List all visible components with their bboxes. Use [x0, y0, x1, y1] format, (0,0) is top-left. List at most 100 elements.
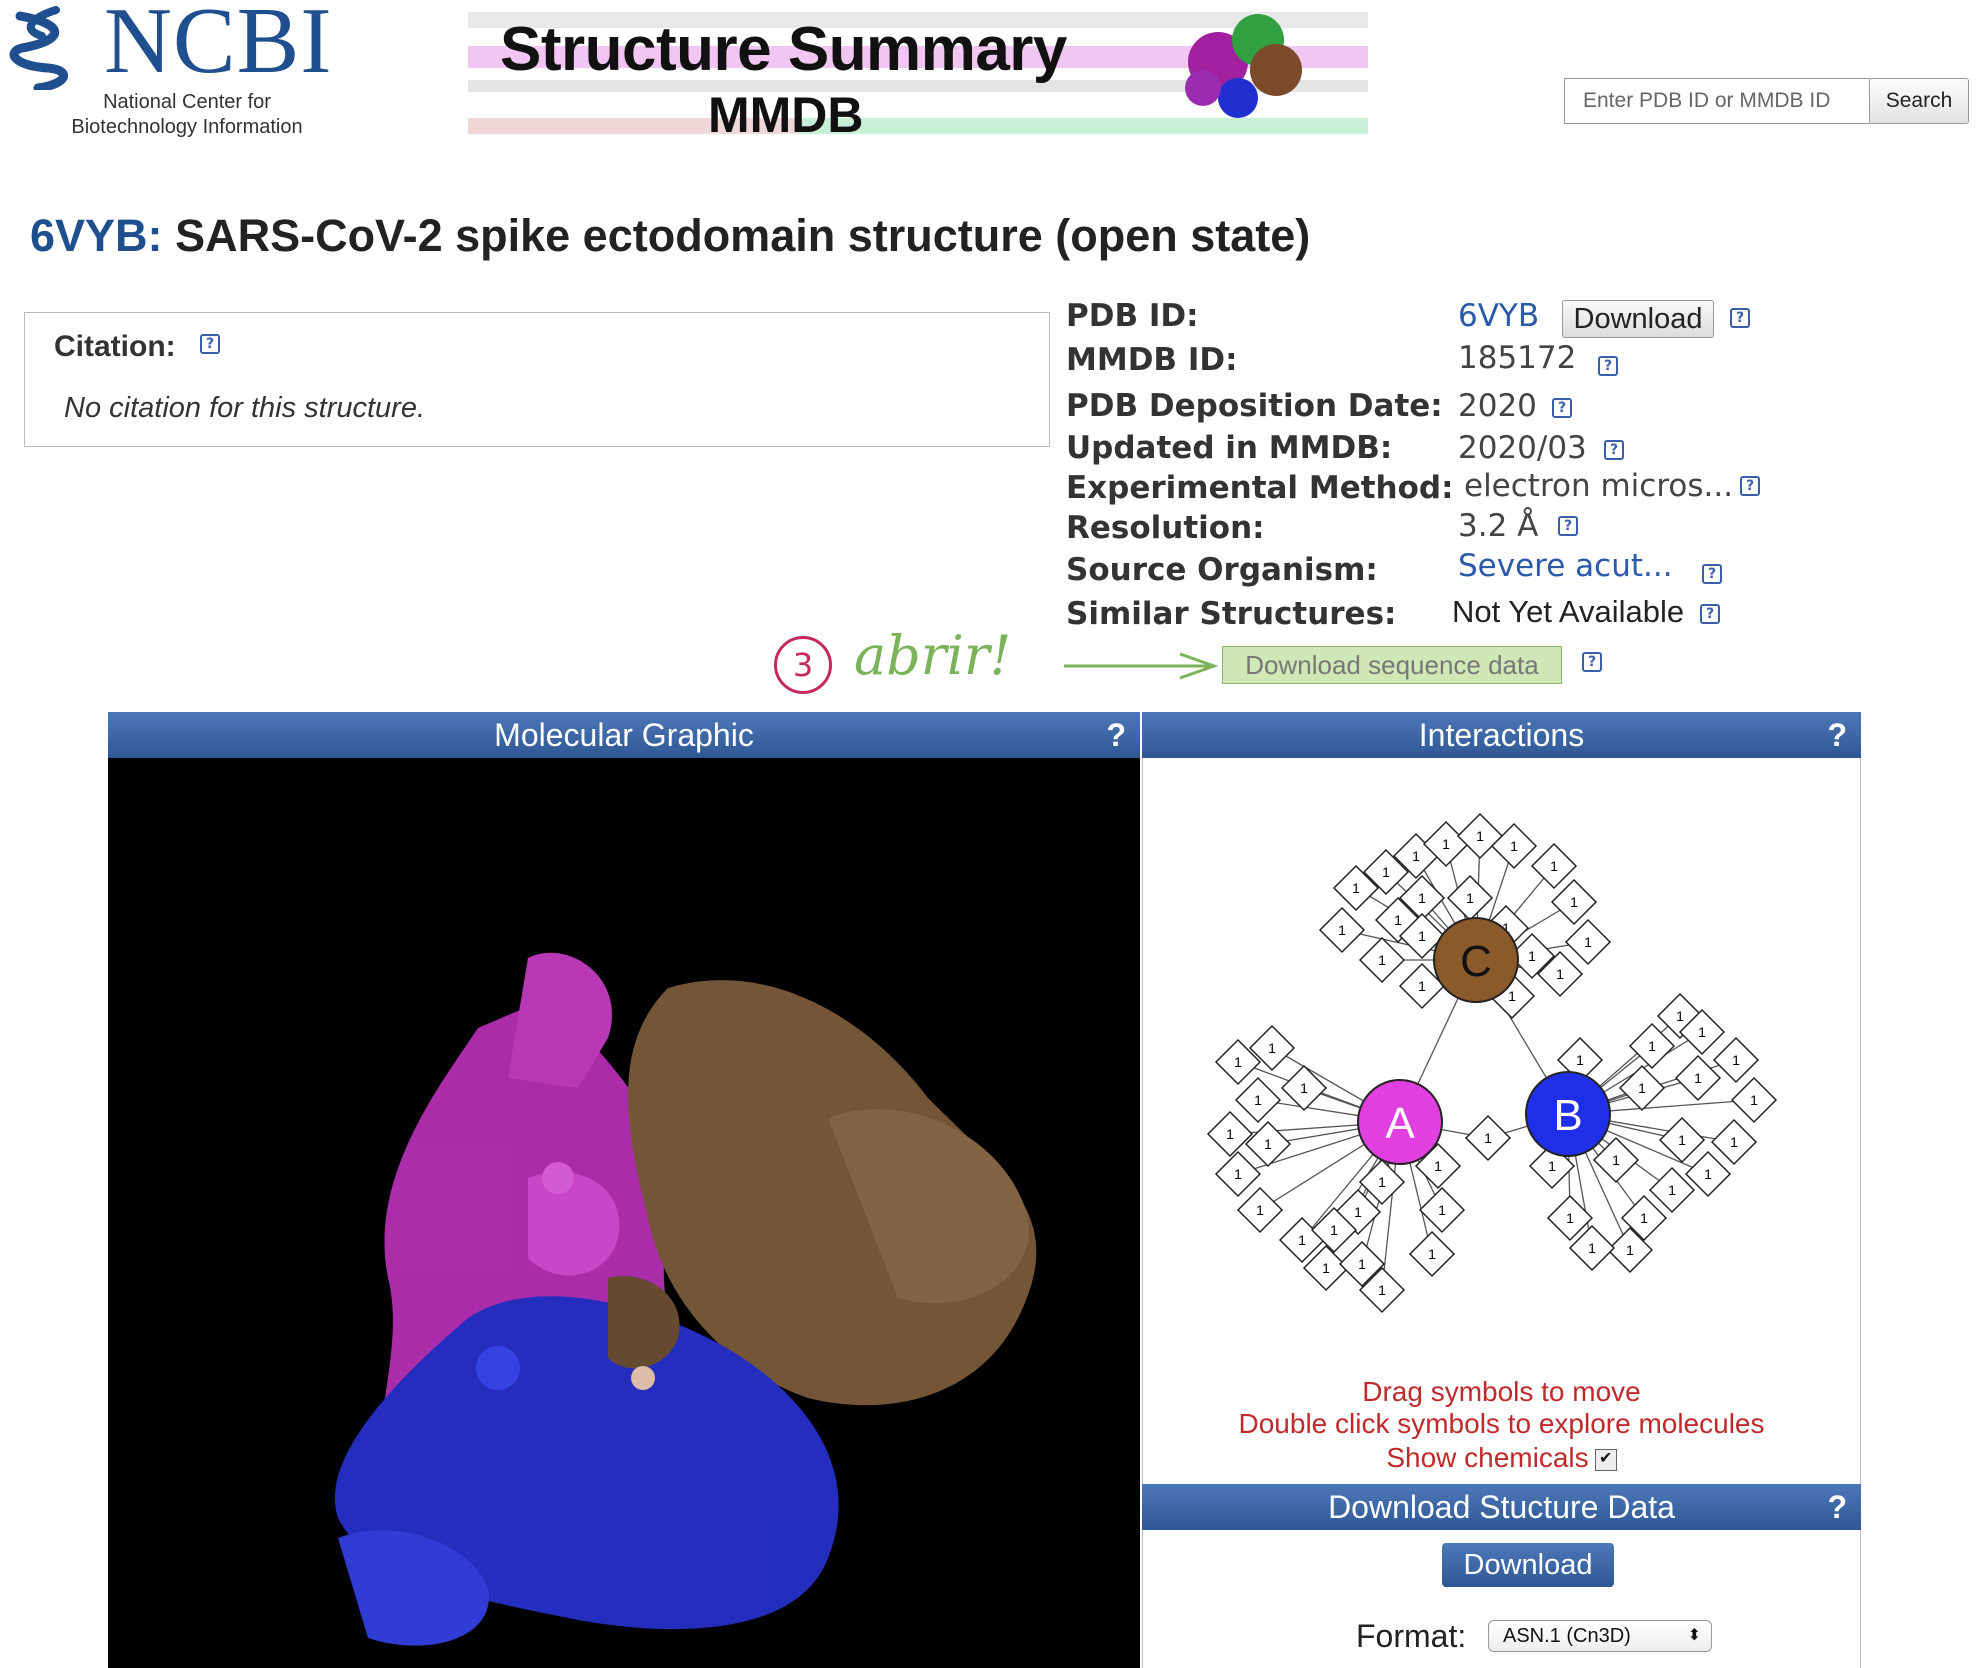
ligand-node-label: 1 — [1570, 894, 1578, 910]
ligand-node-label: 1 — [1322, 1260, 1330, 1276]
source-organism-label: Source Organism: — [1066, 552, 1378, 588]
experimental-method-value: electron micros... — [1464, 468, 1734, 504]
format-label: Format: — [1356, 1618, 1467, 1654]
molecular-graphic-help-icon[interactable]: ? — [1106, 712, 1126, 758]
banner-title: Structure Summary — [500, 15, 1067, 84]
experimental-method-help-icon[interactable]: ? — [1740, 476, 1760, 496]
download-structure-help-icon[interactable]: ? — [1827, 1484, 1847, 1530]
sequence-data-help-icon[interactable]: ? — [1582, 652, 1602, 672]
annotation-arrow-icon — [1064, 652, 1219, 680]
chain-node-label: A — [1385, 1099, 1415, 1148]
ligand-node-label: 1 — [1330, 1222, 1338, 1238]
show-chemicals-row: Show chemicals ✔ — [1142, 1442, 1861, 1474]
ligand-node[interactable]: 1 — [1628, 1022, 1676, 1070]
ligand-node[interactable]: 1 — [1730, 1076, 1778, 1124]
annotation-step-number: 3 — [774, 636, 832, 694]
molecular-graphic-title: Molecular Graphic — [494, 717, 754, 753]
chain-node-c[interactable]: C — [1433, 917, 1519, 1003]
ligand-node[interactable]: 1 — [1464, 1114, 1512, 1162]
download-sequence-data-button[interactable]: Download sequence data — [1222, 646, 1562, 684]
ligand-node-label: 1 — [1698, 1024, 1706, 1040]
chain-node-b[interactable]: B — [1525, 1071, 1611, 1157]
pdb-id-link[interactable]: 6VYB — [1458, 298, 1539, 334]
title-pdb-id: 6VYB: — [30, 210, 163, 261]
ligand-node[interactable]: 1 — [1618, 1064, 1666, 1112]
hint-drag: Drag symbols to move — [1362, 1376, 1641, 1407]
ligand-node-label: 1 — [1268, 1040, 1276, 1056]
pdb-download-button[interactable]: Download — [1562, 300, 1714, 338]
ligand-node[interactable]: 1 — [1358, 1158, 1406, 1206]
ligand-node-label: 1 — [1254, 1092, 1262, 1108]
banner-protein-icon — [1185, 14, 1302, 118]
search-input[interactable]: Enter PDB ID or MMDB ID — [1564, 78, 1870, 124]
citation-help-icon[interactable]: ? — [200, 334, 220, 354]
download-structure-button[interactable]: Download — [1442, 1543, 1614, 1587]
resolution-value: 3.2 Å — [1458, 508, 1539, 544]
ligand-node-label: 1 — [1358, 1256, 1366, 1272]
ligand-node-label: 1 — [1234, 1166, 1242, 1182]
ligand-node[interactable]: 1 — [1358, 936, 1406, 984]
chain-node-label: B — [1553, 1091, 1582, 1140]
mmdb-id-help-icon[interactable]: ? — [1598, 356, 1618, 376]
page-title: 6VYB: SARS-CoV-2 spike ectodomain struct… — [30, 210, 1310, 262]
ligand-node[interactable]: 1 — [1418, 1186, 1466, 1234]
ligand-node[interactable]: 1 — [1658, 1116, 1706, 1164]
ligand-node[interactable]: 1 — [1674, 1054, 1722, 1102]
resolution-help-icon[interactable]: ? — [1558, 516, 1578, 536]
ligand-node[interactable]: 1 — [1408, 1230, 1456, 1278]
ncbi-helix-icon[interactable] — [8, 6, 78, 90]
ligand-node-label: 1 — [1418, 978, 1426, 994]
ligand-node[interactable]: 1 — [1206, 1110, 1254, 1158]
interactions-help-icon[interactable]: ? — [1827, 712, 1847, 758]
mmdb-id-label: MMDB ID: — [1066, 342, 1238, 378]
format-select[interactable]: ASN.1 (Cn3D) ⬍ — [1488, 1620, 1712, 1652]
ligand-node-label: 1 — [1418, 890, 1426, 906]
similar-structures-label: Similar Structures: — [1066, 596, 1397, 632]
ligand-node[interactable]: 1 — [1446, 874, 1494, 922]
ligand-node[interactable]: 1 — [1318, 906, 1366, 954]
ligand-node-label: 1 — [1412, 848, 1420, 864]
ligand-node[interactable]: 1 — [1710, 1118, 1758, 1166]
updated-label: Updated in MMDB: — [1066, 430, 1393, 466]
download-structure-title: Download Stucture Data — [1328, 1489, 1675, 1525]
chain-node-a[interactable]: A — [1357, 1079, 1443, 1165]
source-organism-help-icon[interactable]: ? — [1702, 564, 1722, 584]
ligand-node-label: 1 — [1394, 912, 1402, 928]
search-button[interactable]: Search — [1869, 78, 1969, 124]
ligand-node-label: 1 — [1640, 1210, 1648, 1226]
banner-subtitle: MMDB — [708, 87, 864, 143]
ligand-node[interactable]: 1 — [1214, 1150, 1262, 1198]
ligand-node[interactable]: 1 — [1280, 1064, 1328, 1112]
select-arrows-icon: ⬍ — [1687, 1627, 1701, 1644]
ligand-node-label: 1 — [1678, 1132, 1686, 1148]
source-organism-link[interactable]: Severe acut... — [1458, 548, 1673, 584]
deposition-date-value: 2020 — [1458, 388, 1537, 424]
mmdb-id-value: 185172 — [1458, 340, 1577, 376]
ligand-node-label: 1 — [1676, 1008, 1684, 1024]
interactions-header: Interactions ? — [1142, 712, 1861, 758]
pdb-id-help-icon[interactable]: ? — [1730, 308, 1750, 328]
ligand-node-label: 1 — [1378, 1174, 1386, 1190]
deposition-date-help-icon[interactable]: ? — [1552, 398, 1572, 418]
ligand-node[interactable]: 1 — [1236, 1186, 1284, 1234]
show-chemicals-checkbox[interactable]: ✔ — [1594, 1448, 1617, 1471]
ligand-node[interactable]: 1 — [1530, 842, 1578, 890]
ligand-node-label: 1 — [1668, 1182, 1676, 1198]
ligand-node-label: 1 — [1550, 858, 1558, 874]
molecular-graphic-viewer[interactable] — [108, 758, 1140, 1668]
ligand-node-label: 1 — [1576, 1052, 1584, 1068]
ncbi-subtitle-line2: Biotechnology Information — [71, 116, 303, 138]
ligand-node[interactable]: 1 — [1234, 1076, 1282, 1124]
ligand-node[interactable]: 1 — [1490, 822, 1538, 870]
ncbi-logo-text[interactable]: NCBI — [104, 0, 333, 88]
deposition-date-label: PDB Deposition Date: — [1066, 388, 1443, 424]
ligand-node[interactable]: 1 — [1564, 918, 1612, 966]
ligand-node[interactable]: 1 — [1456, 812, 1504, 860]
ligand-nodes: 11111 1111111111111111111111111 1111111111… — [1206, 812, 1778, 1314]
interaction-graph[interactable]: 11111 1111111111111111111111111 1111111111… — [1142, 770, 1861, 1370]
ligand-node[interactable]: 1 — [1712, 1036, 1760, 1084]
ligand-node[interactable]: 1 — [1550, 878, 1598, 926]
pdb-id-label: PDB ID: — [1066, 298, 1199, 334]
similar-structures-help-icon[interactable]: ? — [1700, 604, 1720, 624]
updated-help-icon[interactable]: ? — [1604, 440, 1624, 460]
